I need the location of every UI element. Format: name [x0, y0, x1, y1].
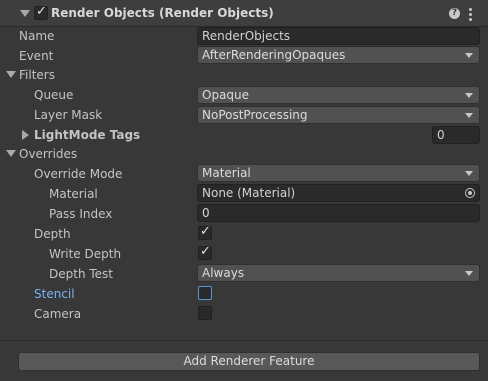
filters-foldout-icon[interactable] — [6, 71, 16, 78]
foldout-expanded-icon[interactable] — [20, 10, 30, 17]
pass-index-input[interactable]: 0 — [197, 204, 480, 222]
feature-header[interactable]: ✓ Render Objects (Render Objects) ? — [0, 0, 488, 27]
material-object-field[interactable]: None (Material) — [197, 184, 480, 202]
override-mode-dropdown[interactable]: Material — [197, 164, 480, 182]
feature-enabled-checkbox[interactable]: ✓ — [34, 4, 48, 20]
depth-test-label: Depth Test — [49, 267, 113, 281]
filters-foldout-label[interactable]: Filters — [19, 67, 55, 83]
depth-checkbox[interactable]: ✓ — [198, 224, 212, 240]
context-menu-icon[interactable] — [468, 8, 472, 21]
camera-label: Camera — [34, 307, 82, 321]
chevron-down-icon — [465, 113, 473, 118]
chevron-down-icon — [465, 93, 473, 98]
camera-checkbox[interactable] — [198, 306, 212, 320]
help-icon[interactable]: ? — [449, 8, 460, 19]
stencil-checkbox[interactable] — [198, 286, 212, 300]
event-label: Event — [19, 49, 54, 63]
depth-test-dropdown[interactable]: Always — [197, 264, 480, 282]
lightmode-tags-count-input[interactable]: 0 — [432, 126, 480, 144]
layer-mask-dropdown-value: NoPostProcessing — [202, 108, 308, 122]
lightmode-tags-foldout-icon[interactable] — [22, 130, 29, 140]
material-field-value: None (Material) — [202, 186, 296, 200]
checkmark-icon: ✓ — [200, 244, 211, 259]
chevron-down-icon — [465, 171, 473, 176]
override-mode-dropdown-value: Material — [202, 166, 251, 180]
name-label: Name — [19, 29, 55, 43]
chevron-down-icon — [465, 53, 473, 58]
queue-dropdown[interactable]: Opaque — [197, 86, 480, 104]
feature-title: Render Objects (Render Objects) — [51, 6, 274, 20]
checkmark-icon: ✓ — [200, 224, 211, 239]
override-mode-label: Override Mode — [34, 167, 123, 181]
queue-dropdown-value: Opaque — [202, 88, 250, 102]
material-label: Material — [49, 187, 98, 201]
event-dropdown-value: AfterRenderingOpaques — [202, 48, 346, 62]
chevron-down-icon — [465, 271, 473, 276]
object-picker-icon[interactable] — [465, 188, 475, 198]
name-input[interactable]: RenderObjects — [197, 27, 480, 45]
queue-label: Queue — [34, 88, 74, 102]
checkmark-icon: ✓ — [36, 4, 47, 19]
overrides-foldout-label[interactable]: Overrides — [19, 146, 77, 162]
layer-mask-label: Layer Mask — [34, 108, 103, 122]
inspector-panel: ✓ Render Objects (Render Objects) ? Name… — [0, 0, 488, 381]
write-depth-checkbox[interactable]: ✓ — [198, 244, 212, 260]
write-depth-label: Write Depth — [49, 247, 122, 261]
lightmode-tags-label[interactable]: LightMode Tags — [34, 127, 140, 143]
event-dropdown[interactable]: AfterRenderingOpaques — [197, 46, 480, 64]
depth-test-dropdown-value: Always — [202, 266, 245, 280]
depth-label: Depth — [34, 227, 71, 241]
stencil-label: Stencil — [34, 287, 75, 301]
overrides-foldout-icon[interactable] — [6, 150, 16, 157]
pass-index-label: Pass Index — [49, 207, 113, 221]
layer-mask-dropdown[interactable]: NoPostProcessing — [197, 106, 480, 124]
divider — [0, 340, 488, 341]
add-renderer-feature-button[interactable]: Add Renderer Feature — [18, 352, 480, 371]
